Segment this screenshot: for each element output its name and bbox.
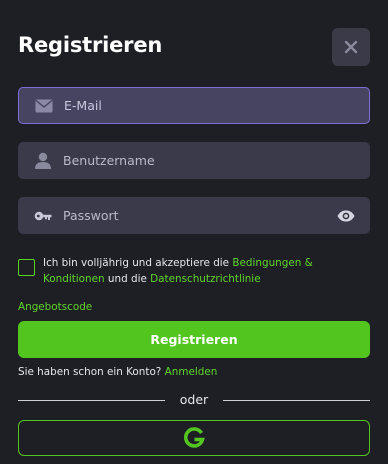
username-field[interactable] (18, 142, 370, 179)
password-input[interactable] (63, 197, 330, 234)
promo-code-link[interactable]: Angebotscode (18, 301, 92, 313)
user-icon (34, 152, 52, 170)
mail-icon (35, 97, 53, 115)
consent-prefix: Ich bin volljährig und akzeptiere die (43, 257, 233, 269)
privacy-link[interactable]: Datenschutzrichtlinie (150, 273, 260, 285)
consent-middle: und die (104, 272, 151, 285)
close-icon (344, 40, 358, 54)
password-field[interactable] (18, 197, 370, 234)
email-input[interactable] (64, 88, 329, 123)
divider-line-right (223, 400, 370, 401)
login-link[interactable]: Anmelden (165, 366, 218, 378)
register-modal: Registrieren E-Mail Benutzername Ich bin… (0, 0, 388, 464)
consent-checkbox[interactable] (18, 259, 35, 276)
register-button[interactable]: Registrieren (18, 321, 370, 358)
google-icon (184, 427, 205, 448)
modal-title: Registrieren (18, 33, 163, 57)
login-prompt-text: Sie haben schon ein Konto? (18, 366, 165, 378)
google-signin-button[interactable] (18, 420, 370, 456)
consent-text: Ich bin volljährig und akzeptiere die Be… (43, 256, 370, 287)
or-divider: oder (18, 392, 370, 408)
key-icon (34, 207, 52, 225)
username-input[interactable] (63, 142, 330, 179)
close-button[interactable] (332, 28, 370, 66)
login-prompt: Sie haben schon ein Konto? Anmelden (18, 366, 217, 378)
email-field[interactable] (18, 87, 370, 124)
eye-icon[interactable] (336, 209, 356, 223)
